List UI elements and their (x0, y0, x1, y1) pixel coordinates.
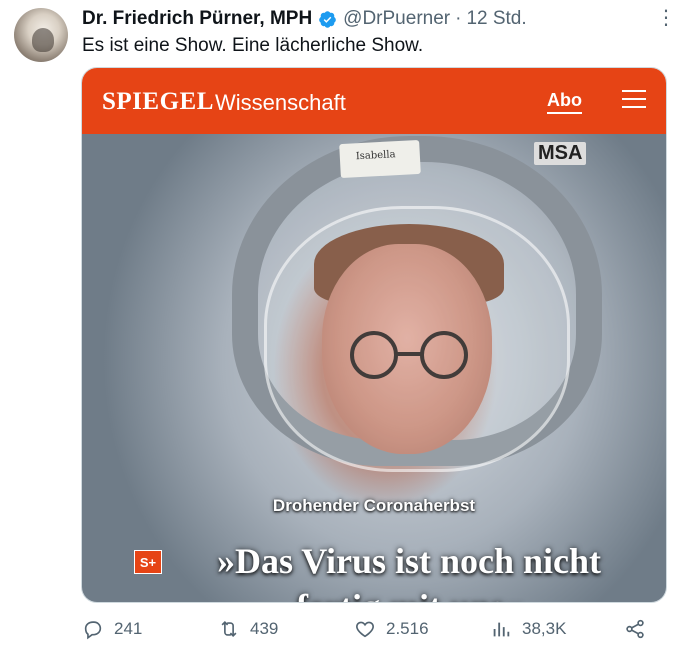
like-count: 2.516 (386, 619, 429, 638)
tweet-text: Es ist eine Show. Eine lächerliche Show. (82, 35, 424, 56)
views-icon (493, 622, 510, 637)
views-button[interactable]: 38,3K (490, 618, 566, 640)
tweet-media-image[interactable]: SPIEGEL Wissenschaft Abo Isabella MSA Dr… (81, 67, 667, 603)
reply-icon (84, 621, 102, 640)
spiegel-section-label: Wissenschaft (215, 90, 346, 115)
share-button[interactable] (624, 618, 656, 640)
like-button[interactable]: 2.516 (354, 618, 429, 640)
tweet-header: Dr. Friedrich Pürner, MPH @DrPuerner · 1… (82, 6, 676, 32)
retweet-count: 439 (250, 619, 279, 638)
retweet-button[interactable]: 439 (218, 618, 278, 640)
article-photo: Isabella MSA (82, 134, 666, 602)
verified-badge-icon (319, 10, 336, 28)
spiegel-logo: SPIEGEL (102, 88, 214, 115)
reply-button[interactable]: 241 (82, 618, 142, 640)
spiegel-header-bar: SPIEGEL Wissenschaft Abo (82, 68, 666, 134)
separator-dot: · (455, 8, 462, 29)
heart-icon (356, 621, 374, 638)
headline-line-1: »Das Virus ist noch nicht (216, 541, 602, 581)
article-headline: »Das Virus ist noch nicht fertig mit uns… (174, 538, 644, 602)
face-visor (264, 206, 570, 472)
tweet-timestamp[interactable]: 12 Std. (466, 8, 526, 30)
helmet-name-sticker: Isabella (339, 139, 421, 179)
views-count: 38,3K (522, 619, 567, 638)
author-name[interactable]: Dr. Friedrich Pürner, MPH (82, 8, 312, 30)
author-handle[interactable]: @DrPuerner (343, 8, 450, 30)
spiegel-plus-badge: S+ (134, 550, 162, 574)
article-kicker: Drohender Coronaherbst (272, 496, 476, 515)
tweet-action-bar: 241 439 2.516 38,3K (82, 618, 652, 644)
headline-line-2: fertig mit uns« (174, 584, 644, 602)
more-icon[interactable]: ⋮ (656, 8, 676, 28)
retweet-icon (221, 620, 237, 638)
reply-count: 241 (114, 619, 143, 638)
helmet-brand-label: MSA (534, 142, 587, 165)
abo-link: Abo (547, 90, 582, 114)
share-icon (626, 619, 644, 639)
hamburger-menu-icon (622, 90, 646, 110)
author-avatar[interactable] (14, 8, 68, 62)
